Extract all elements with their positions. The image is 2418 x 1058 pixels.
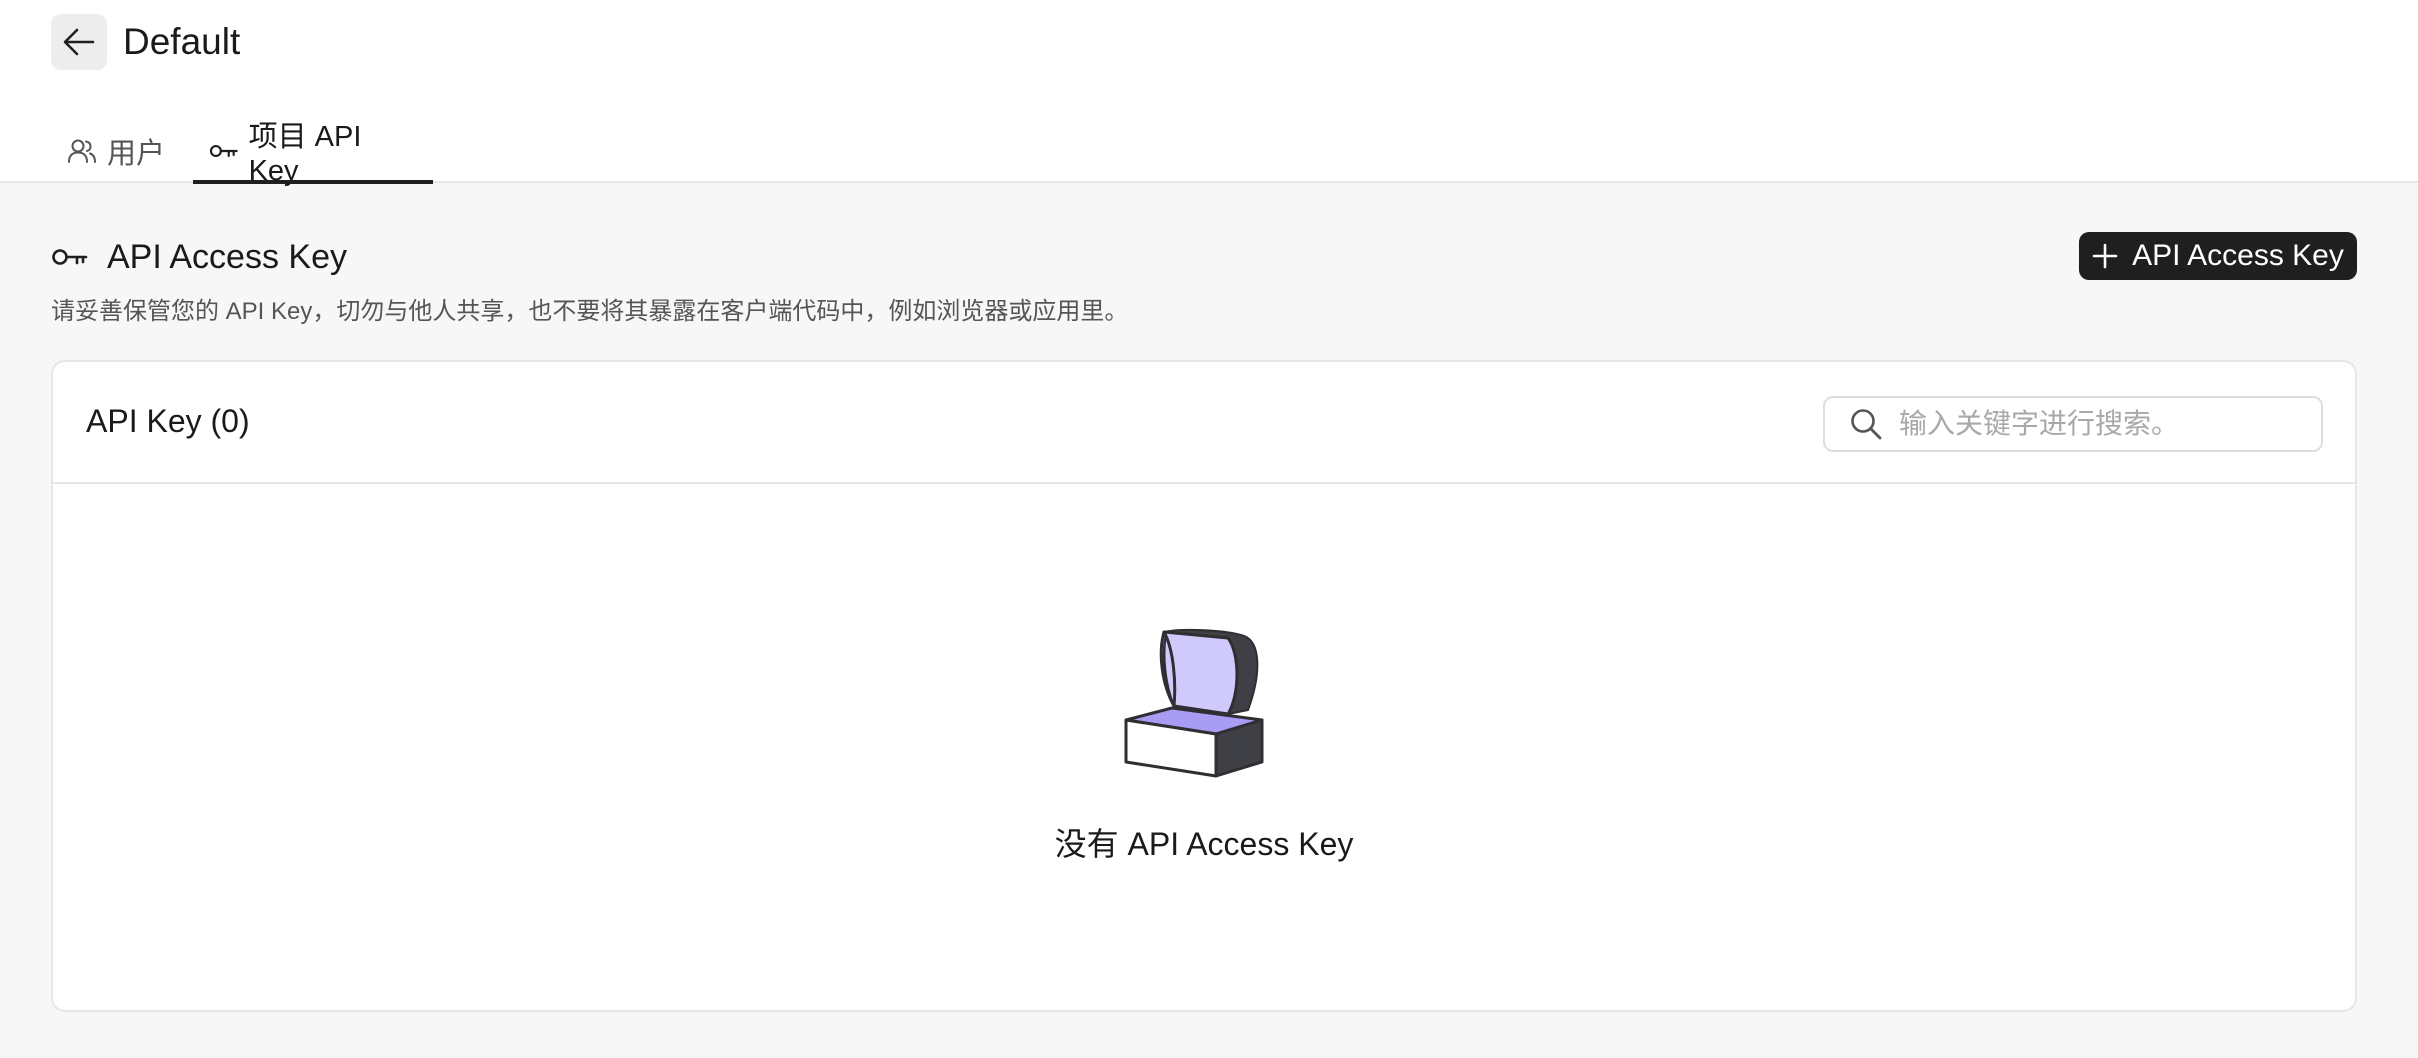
search-input[interactable] [1899,408,2299,440]
add-button-label: API Access Key [2132,239,2344,272]
open-chest-icon [1124,628,1264,778]
key-icon [52,249,88,265]
card-title: API Key (0) [86,403,250,439]
card-header: API Key (0) [53,362,2355,484]
empty-state-text: 没有 API Access Key [1054,826,1354,862]
tab-bar: 用户 项目 API Key [51,118,433,187]
api-key-card: API Key (0) 没有 API Access Key [51,360,2357,1012]
section-description: 请妥善保管您的 API Key，切勿与他人共享，也不要将其暴露在客户端代码中，例… [51,298,1129,325]
add-api-access-key-button[interactable]: API Access Key [2079,232,2357,280]
tab-users[interactable]: 用户 [51,118,193,183]
key-icon [209,144,238,157]
plus-icon [2092,243,2118,269]
tab-project-api-key[interactable]: 项目 API Key [193,118,433,187]
section-title: API Access Key [107,238,347,276]
search-box[interactable] [1823,396,2323,452]
arrow-left-icon [63,28,95,56]
search-icon [1849,407,1883,441]
page-title: Default [123,21,241,62]
tab-project-api-key-label: 项目 API Key [248,121,362,187]
back-button[interactable] [51,14,107,70]
section-header: API Access Key API Access Key [51,232,2357,282]
tab-users-label: 用户 [107,137,166,170]
top-bar: Default 用户 项目 API Key [0,0,2418,187]
users-icon [68,139,96,163]
